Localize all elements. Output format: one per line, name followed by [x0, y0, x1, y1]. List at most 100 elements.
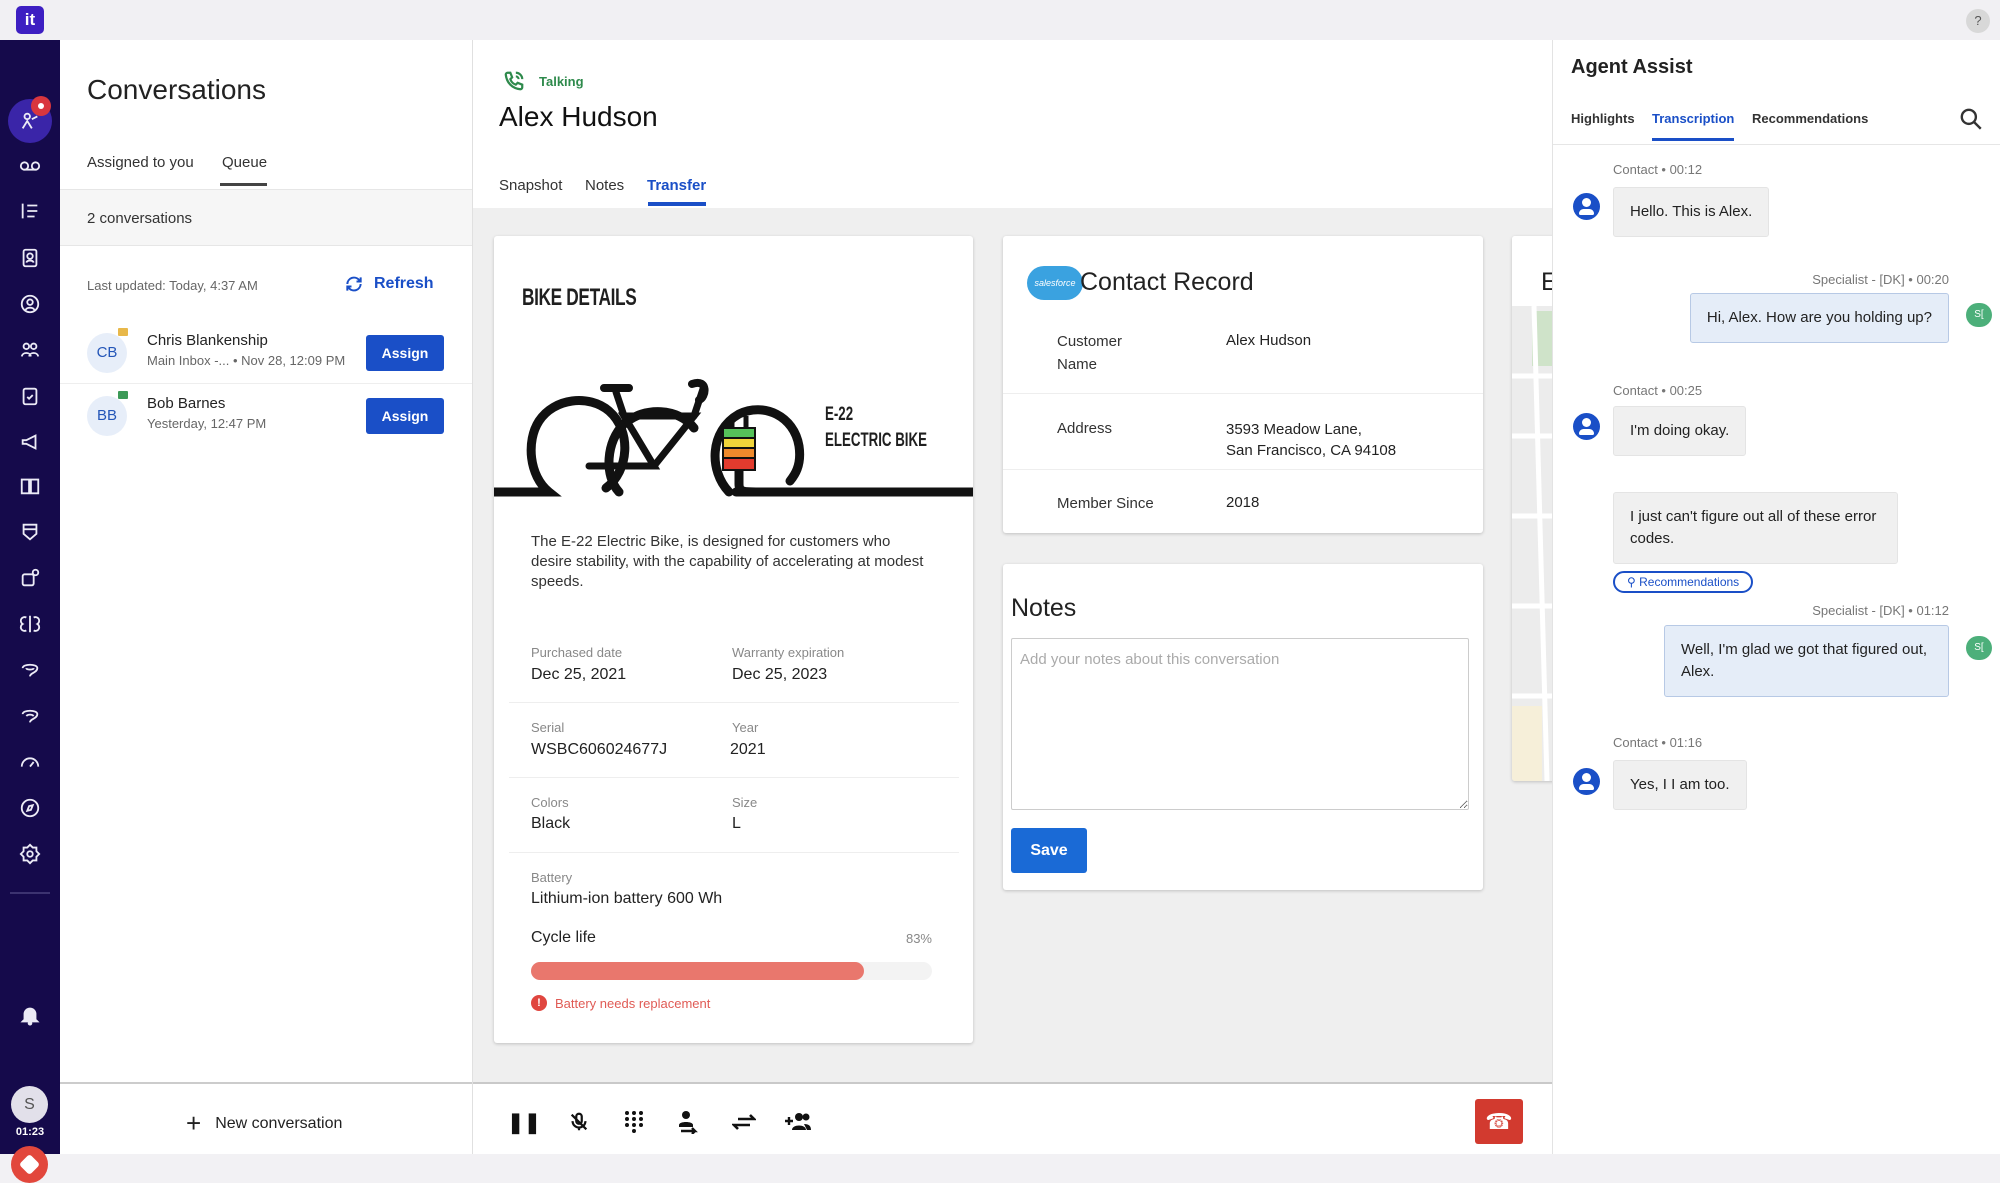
email-icon	[118, 328, 128, 336]
save-button[interactable]: Save	[1011, 828, 1087, 873]
settings-icon[interactable]	[15, 839, 45, 869]
tab-notes[interactable]: Notes	[585, 177, 624, 194]
transfer-icon[interactable]	[730, 1108, 758, 1136]
refresh-icon	[346, 276, 362, 292]
chat-icon[interactable]	[15, 655, 45, 685]
voicemail-icon[interactable]	[15, 151, 45, 181]
contact-avatar-icon	[1573, 413, 1600, 440]
contact-record-card: salesforce Contact Record Customer Name …	[1003, 236, 1483, 533]
agent-assist-panel: Agent Assist Highlights Transcription Re…	[1552, 40, 2000, 1154]
contact-message: I just can't figure out all of these err…	[1613, 492, 1898, 564]
specialist-message: Well, I'm glad we got that figured out, …	[1664, 625, 1949, 697]
field-value: L	[732, 815, 741, 832]
contact-book-icon[interactable]	[15, 243, 45, 273]
settings-sparkle-icon[interactable]	[15, 563, 45, 593]
speedometer-icon[interactable]	[15, 747, 45, 777]
battery-label: Battery	[531, 870, 573, 885]
teams-icon[interactable]	[15, 335, 45, 365]
book-icon[interactable]	[15, 471, 45, 501]
avatar: BB	[87, 396, 127, 436]
pause-icon[interactable]: ❚❚	[507, 1108, 541, 1136]
warning-text: Battery needs replacement	[555, 995, 711, 1011]
cycle-life-fill	[531, 962, 864, 980]
contact-avatar-icon	[1573, 193, 1600, 220]
field-label: Size	[732, 795, 758, 810]
field-label: Address	[1057, 420, 1113, 437]
divider	[1003, 469, 1483, 470]
nav-divider	[10, 892, 50, 894]
call-timer: 01:23	[15, 1126, 45, 1138]
card-title: BIKE DETAILS	[522, 284, 637, 311]
tab-transcription[interactable]: Transcription	[1652, 111, 1734, 126]
notification-badge	[31, 96, 51, 116]
add-participant-icon[interactable]	[784, 1108, 812, 1136]
chat-alt-icon[interactable]	[15, 701, 45, 731]
conversation-item[interactable]: BB Bob Barnes Yesterday, 12:47 PM Assign	[60, 385, 472, 447]
end-call-button[interactable]: ☎	[1475, 1099, 1523, 1144]
specialist-avatar: S[	[1966, 636, 1992, 660]
new-conversation-label: New conversation	[215, 1114, 343, 1132]
call-controls: ❚❚ ☎	[473, 1082, 1552, 1154]
refresh-label: Refresh	[374, 275, 434, 292]
divider	[509, 777, 959, 778]
dialpad-icon[interactable]	[620, 1108, 648, 1136]
field-value: 2018	[1226, 494, 1260, 511]
message-meta: Contact • 00:12	[1613, 162, 1703, 177]
clipboard-check-icon[interactable]	[15, 381, 45, 411]
tab-highlights[interactable]: Highlights	[1571, 111, 1635, 126]
consult-icon[interactable]	[675, 1108, 703, 1136]
panel-title: Conversations	[87, 74, 266, 105]
conversation-meta: Yesterday, 12:47 PM	[147, 416, 267, 431]
compass-icon[interactable]	[15, 793, 45, 823]
recommendations-chip[interactable]: ⚲ Recommendations	[1613, 571, 1754, 593]
active-tab-indicator	[648, 202, 706, 206]
user-avatar[interactable]: S	[11, 1086, 48, 1123]
help-icon[interactable]: ?	[1966, 9, 1990, 33]
tab-snapshot[interactable]: Snapshot	[499, 177, 562, 194]
assign-button[interactable]: Assign	[366, 335, 444, 371]
contact-name: Chris Blankenship	[147, 332, 268, 349]
field-value: WSBC606024677J	[531, 741, 668, 758]
megaphone-icon[interactable]	[15, 427, 45, 457]
tab-recommendations[interactable]: Recommendations	[1752, 111, 1868, 126]
field-label: Serial	[531, 720, 565, 735]
mute-mic-icon[interactable]	[565, 1108, 593, 1136]
divider	[60, 1082, 472, 1084]
message-meta: Contact • 00:25	[1613, 383, 1703, 398]
field-value: Dec 25, 2021	[531, 666, 627, 683]
assign-button[interactable]: Assign	[366, 398, 444, 434]
app-logo: it	[16, 6, 44, 34]
shield-icon[interactable]	[15, 517, 45, 547]
field-label: Warranty expiration	[732, 645, 845, 660]
top-bar: it ?	[0, 0, 2000, 40]
conversation-item[interactable]: CB Chris Blankenship Main Inbox -... • N…	[60, 322, 472, 384]
divider	[509, 852, 959, 853]
record-status-icon[interactable]	[11, 1146, 48, 1183]
field-label: Customer Name	[1057, 333, 1123, 373]
cycle-life-label: Cycle life	[531, 929, 596, 946]
phone-talking-icon	[504, 71, 524, 91]
electric-bike-illustration	[494, 378, 973, 497]
agent-status-icon[interactable]	[15, 289, 45, 319]
tab-assigned[interactable]: Assigned to you	[87, 154, 194, 171]
conversations-panel: Conversations Assigned to you Queue 2 co…	[60, 40, 473, 1154]
card-title: Contact Record	[1080, 268, 1254, 296]
new-conversation-button[interactable]: + New conversation	[186, 1108, 342, 1139]
divider	[509, 702, 959, 703]
notes-input[interactable]	[1011, 638, 1469, 810]
conversation-count-bar: 2 conversations	[60, 189, 472, 246]
refresh-button[interactable]: Refresh	[344, 274, 434, 294]
task-list-icon[interactable]	[15, 196, 45, 226]
field-value: San Francisco, CA 94108	[1226, 442, 1397, 459]
search-icon[interactable]	[1958, 106, 1984, 132]
field-label: Year	[732, 720, 759, 735]
divider	[1553, 144, 2000, 145]
panel-title: Agent Assist	[1571, 56, 1693, 78]
brain-icon[interactable]	[15, 609, 45, 639]
bike-details-card: BIKE DETAILS E-22 ELECTRIC BIKE The E-22…	[494, 236, 973, 1043]
tab-transfer[interactable]: Transfer	[647, 177, 706, 194]
active-tab-indicator	[1652, 138, 1734, 141]
bike-model-type: ELECTRIC BIKE	[825, 430, 927, 451]
tab-queue[interactable]: Queue	[222, 154, 267, 171]
bell-icon[interactable]	[15, 1000, 45, 1030]
